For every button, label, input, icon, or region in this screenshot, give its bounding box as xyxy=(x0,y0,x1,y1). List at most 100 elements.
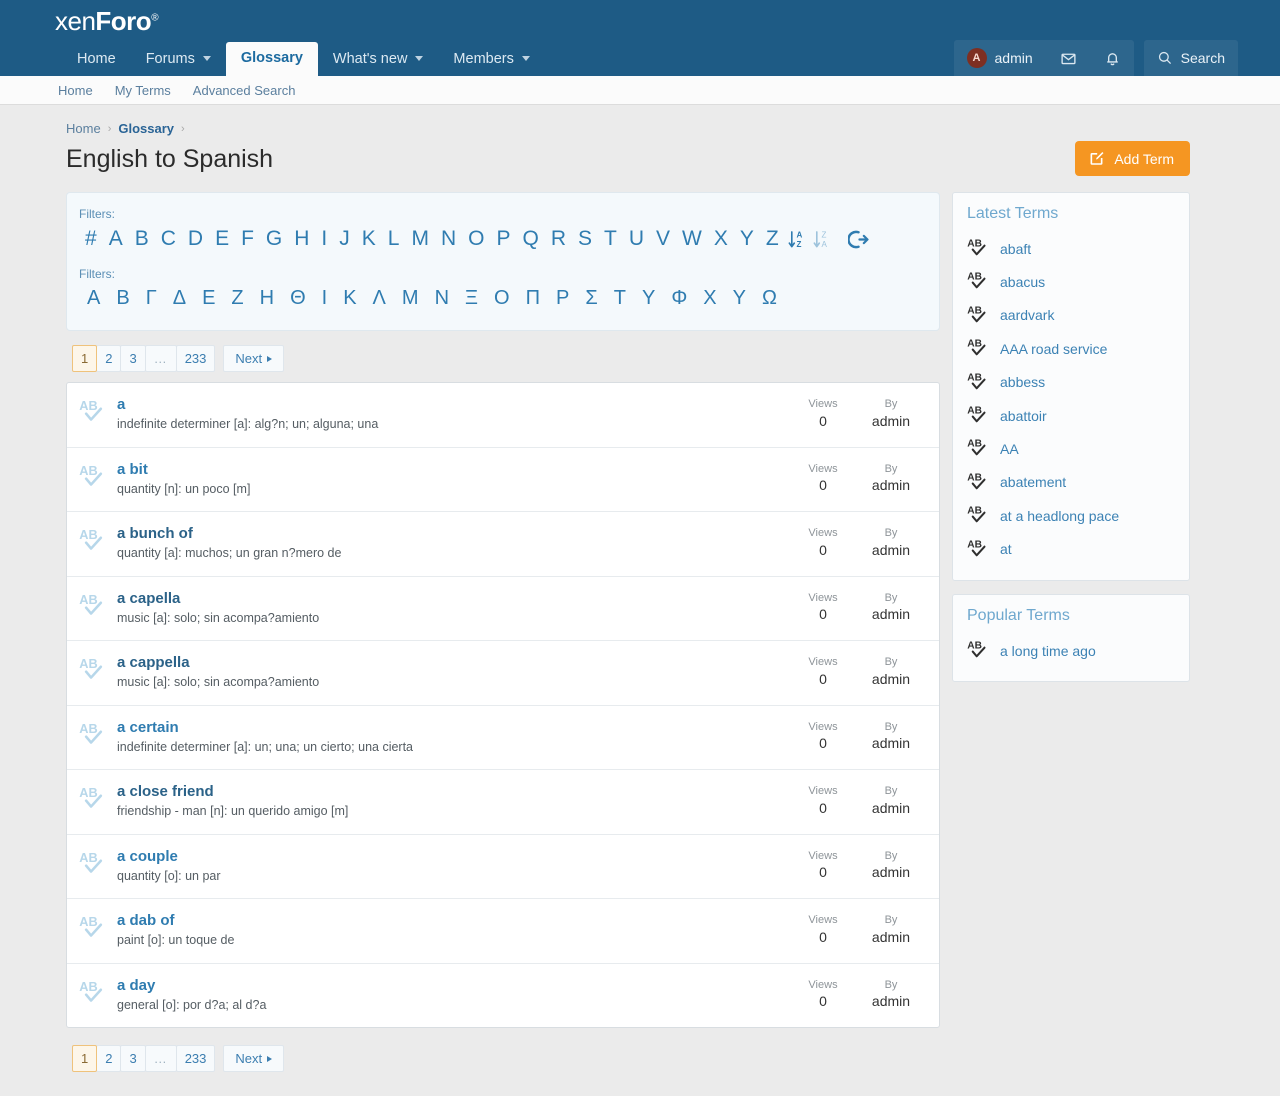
filter-letter-greek-14[interactable]: Ο xyxy=(486,283,518,314)
filter-letter-s[interactable]: S xyxy=(572,223,598,255)
term-title-link[interactable]: a bit xyxy=(117,461,148,478)
filter-letter-o[interactable]: O xyxy=(462,223,490,255)
filter-letter-greek-7[interactable]: Θ xyxy=(282,283,314,314)
sort-alpha-asc-icon[interactable]: AZ xyxy=(785,227,810,252)
sort-alpha-desc-icon[interactable]: ZA xyxy=(810,227,835,252)
add-term-button[interactable]: Add Term xyxy=(1075,141,1190,176)
filter-letter-greek-19[interactable]: Υ xyxy=(634,283,663,314)
term-title-link[interactable]: a bunch of xyxy=(117,525,193,542)
filter-letter-i[interactable]: I xyxy=(315,223,333,255)
filter-letter-greek-13[interactable]: Ξ xyxy=(457,283,486,314)
subnav-item-my-terms[interactable]: My Terms xyxy=(115,83,171,98)
author-name[interactable]: admin xyxy=(857,735,925,751)
filter-letter-greek-1[interactable]: Β xyxy=(108,283,137,314)
author-name[interactable]: admin xyxy=(857,800,925,816)
filter-letter-greek-9[interactable]: Κ xyxy=(335,283,364,314)
term-row[interactable]: ABa dab ofpaint [o]: un toque deViews0By… xyxy=(67,899,939,964)
filter-letter-c[interactable]: C xyxy=(155,223,182,255)
term-title-link[interactable]: a dab of xyxy=(117,912,175,929)
clear-filters-icon[interactable] xyxy=(845,227,872,252)
filter-letter-f[interactable]: F xyxy=(235,223,260,255)
term-row[interactable]: ABa daygeneral [o]: por d?a; al d?aViews… xyxy=(67,964,939,1028)
sidebar-term-link[interactable]: abaft xyxy=(1000,241,1031,257)
page-button-3[interactable]: 3 xyxy=(120,1045,145,1072)
term-title-link[interactable]: a couple xyxy=(117,848,178,865)
filter-letter-greek-6[interactable]: Η xyxy=(252,283,282,314)
sidebar-term-link[interactable]: aardvark xyxy=(1000,307,1054,323)
sidebar-term-link[interactable]: abbess xyxy=(1000,374,1045,390)
filter-letter-u[interactable]: U xyxy=(623,223,650,255)
page-button-233[interactable]: 233 xyxy=(176,1045,216,1072)
term-row[interactable]: ABa certainindefinite determiner [a]: un… xyxy=(67,706,939,771)
filter-letter-greek-20[interactable]: Φ xyxy=(663,283,695,314)
latest-term-item[interactable]: ABabatement xyxy=(967,466,1175,499)
filter-letter-greek-15[interactable]: Π xyxy=(518,283,548,314)
filter-letter-greek-16[interactable]: Ρ xyxy=(548,283,577,314)
filter-letter-p[interactable]: P xyxy=(490,223,516,255)
filter-letter-greek-0[interactable]: Α xyxy=(79,283,108,314)
latest-term-item[interactable]: ABabattoir xyxy=(967,399,1175,432)
page-button-1[interactable]: 1 xyxy=(72,1045,97,1072)
sidebar-term-link[interactable]: at a headlong pace xyxy=(1000,508,1119,524)
alerts-button[interactable] xyxy=(1091,40,1134,76)
filter-letter-t[interactable]: T xyxy=(598,223,623,255)
page-button-2[interactable]: 2 xyxy=(96,1045,121,1072)
next-page-button[interactable]: Next xyxy=(223,345,284,372)
filter-letter-greek-23[interactable]: Ω xyxy=(754,283,785,314)
nav-tab-glossary[interactable]: Glossary xyxy=(226,42,318,77)
term-row[interactable]: ABaindefinite determiner [a]: alg?n; un;… xyxy=(67,383,939,448)
sidebar-term-link[interactable]: AA xyxy=(1000,441,1019,457)
sidebar-term-link[interactable]: abatement xyxy=(1000,474,1066,490)
sidebar-term-link[interactable]: abattoir xyxy=(1000,408,1047,424)
term-row[interactable]: ABa capellamusic [a]: solo; sin acompa?a… xyxy=(67,577,939,642)
filter-letter-greek-8[interactable]: Ι xyxy=(314,283,336,314)
author-name[interactable]: admin xyxy=(857,606,925,622)
nav-tab-forums[interactable]: Forums xyxy=(131,43,226,77)
filter-letter-x[interactable]: X xyxy=(708,223,734,255)
filter-letter-j[interactable]: J xyxy=(333,223,356,255)
term-title-link[interactable]: a capella xyxy=(117,590,180,607)
filter-letter-b[interactable]: B xyxy=(129,223,155,255)
author-name[interactable]: admin xyxy=(857,413,925,429)
filter-letter-e[interactable]: E xyxy=(209,223,235,255)
sidebar-term-link[interactable]: a long time ago xyxy=(1000,643,1096,659)
term-title-link[interactable]: a day xyxy=(117,977,155,994)
latest-term-item[interactable]: ABabacus xyxy=(967,265,1175,298)
user-menu-button[interactable]: A admin xyxy=(954,40,1046,76)
author-name[interactable]: admin xyxy=(857,477,925,493)
nav-tab-members[interactable]: Members xyxy=(438,43,544,77)
filter-letter-h[interactable]: H xyxy=(288,223,315,255)
breadcrumb-item-home[interactable]: Home xyxy=(66,121,101,136)
site-logo[interactable]: xenForo® xyxy=(55,6,158,37)
filter-letter-greek-2[interactable]: Γ xyxy=(138,283,165,314)
page-button-2[interactable]: 2 xyxy=(96,345,121,372)
term-row[interactable]: ABa close friendfriendship - man [n]: un… xyxy=(67,770,939,835)
term-title-link[interactable]: a close friend xyxy=(117,783,214,800)
sidebar-term-link[interactable]: abacus xyxy=(1000,274,1045,290)
filter-letter-k[interactable]: K xyxy=(356,223,382,255)
term-row[interactable]: ABa bitquantity [n]: un poco [m]Views0By… xyxy=(67,448,939,513)
term-title-link[interactable]: a xyxy=(117,396,125,413)
subnav-item-home[interactable]: Home xyxy=(58,83,93,98)
filter-letter-greek-10[interactable]: Λ xyxy=(365,283,394,314)
filter-letter-a[interactable]: A xyxy=(103,223,129,255)
author-name[interactable]: admin xyxy=(857,929,925,945)
filter-letter-greek-12[interactable]: Ν xyxy=(427,283,457,314)
filter-letter-y[interactable]: Y xyxy=(734,223,760,255)
term-row[interactable]: ABa bunch ofquantity [a]: muchos; un gra… xyxy=(67,512,939,577)
author-name[interactable]: admin xyxy=(857,671,925,687)
filter-letter-greek-22[interactable]: Υ xyxy=(725,283,754,314)
page-button-233[interactable]: 233 xyxy=(176,345,216,372)
term-title-link[interactable]: a cappella xyxy=(117,654,190,671)
next-page-button[interactable]: Next xyxy=(223,1045,284,1072)
filter-letter-greek-21[interactable]: Χ xyxy=(695,283,724,314)
latest-term-item[interactable]: ABaardvark xyxy=(967,299,1175,332)
latest-term-item[interactable]: ABAA xyxy=(967,432,1175,465)
filter-letter-d[interactable]: D xyxy=(182,223,209,255)
filter-letter-l[interactable]: L xyxy=(382,223,406,255)
latest-term-item[interactable]: ABat a headlong pace xyxy=(967,499,1175,532)
search-button[interactable]: Search xyxy=(1144,40,1238,76)
filter-letter-greek-11[interactable]: Μ xyxy=(394,283,427,314)
subnav-item-advanced-search[interactable]: Advanced Search xyxy=(193,83,296,98)
filter-letter-q[interactable]: Q xyxy=(517,223,545,255)
